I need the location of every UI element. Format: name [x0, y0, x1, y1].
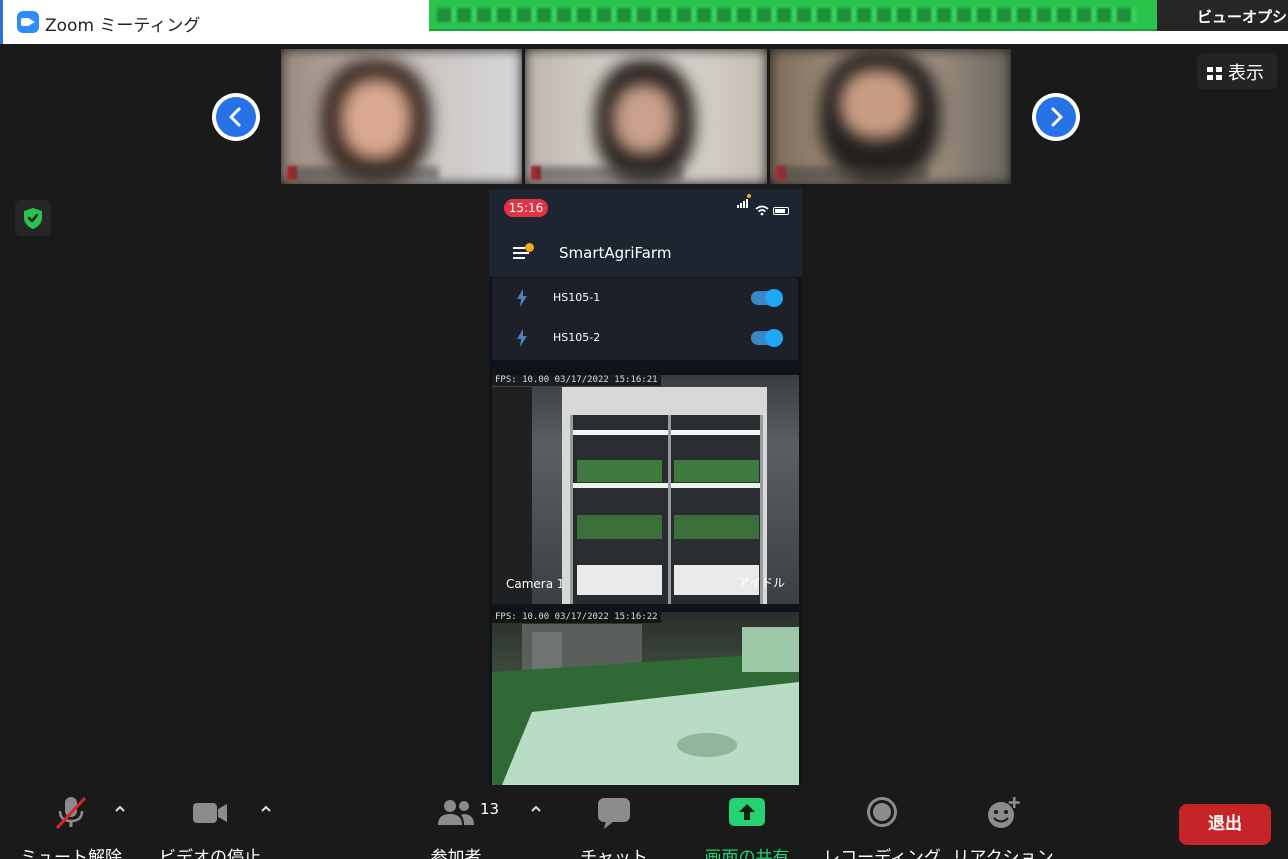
device-row[interactable]: HS105-1: [492, 278, 798, 318]
screen-share-banner[interactable]: [429, 0, 1157, 31]
notification-dot: [525, 243, 534, 252]
phone-status-bar: 15:16: [489, 189, 802, 225]
participants-label: 参加者: [430, 848, 482, 859]
device-toggle[interactable]: [751, 289, 783, 307]
chevron-up-icon[interactable]: [259, 802, 273, 816]
wifi-icon: [755, 205, 769, 216]
share-arrow-icon: [729, 798, 765, 826]
participant-name-blurred: [777, 166, 928, 180]
participant-strip: [281, 49, 1011, 184]
app-header: SmartAgriFarm: [489, 225, 802, 277]
camera-fps-overlay: FPS: 10.00 03/17/2022 15:16:21: [492, 375, 661, 386]
bolt-icon: [517, 289, 527, 307]
bolt-icon: [517, 329, 527, 347]
video-camera-icon: [193, 803, 227, 823]
unmute-label: ミュート解除: [20, 848, 122, 859]
camera-label: Camera 1: [506, 577, 565, 591]
participant-name-blurred: [533, 166, 684, 180]
record-icon: [867, 797, 897, 827]
chevron-up-icon[interactable]: [113, 802, 127, 816]
app-title: SmartAgriFarm: [559, 244, 672, 262]
grid-icon: [1207, 67, 1222, 80]
chat-bubble-icon: [598, 798, 630, 829]
participant-tile[interactable]: [769, 49, 1011, 184]
chevron-up-icon[interactable]: [529, 802, 543, 816]
leave-meeting-button[interactable]: 退出: [1179, 804, 1271, 845]
device-label: HS105-1: [553, 291, 601, 304]
participant-count: 13: [480, 800, 500, 818]
participant-tile[interactable]: [281, 49, 523, 184]
share-screen-label: 画面の共有: [704, 848, 790, 859]
security-indicator[interactable]: [15, 200, 51, 236]
chat-label: チャット: [580, 848, 648, 859]
participant-face: [341, 79, 411, 159]
title-bar: Zoom ミーティング ビューオプショ: [0, 0, 1288, 44]
mic-muted-icon: [55, 796, 87, 830]
participant-face: [613, 84, 676, 154]
chevron-right-icon: [1036, 97, 1076, 137]
device-label: HS105-2: [553, 331, 601, 344]
chevron-left-icon: [216, 97, 256, 137]
device-row[interactable]: HS105-2: [492, 318, 798, 358]
prev-participants-button[interactable]: [212, 93, 260, 141]
battery-icon: [773, 207, 789, 215]
participant-name-blurred: [289, 166, 439, 180]
shield-check-icon: [24, 208, 42, 229]
device-list: HS105-1 HS105-2: [492, 278, 798, 360]
people-icon: [438, 800, 474, 825]
camera-state: アイドル: [737, 576, 785, 590]
camera-feed-1[interactable]: FPS: 10.00 03/17/2022 15:16:21 Camera 1 …: [492, 375, 799, 604]
camera-feed-2[interactable]: FPS: 10.00 03/17/2022 15:16:22: [492, 612, 799, 785]
phone-time: 15:16: [504, 199, 548, 217]
participant-tile[interactable]: [525, 49, 767, 184]
emoji-add-icon: [988, 797, 1020, 828]
reactions-label: リアクション: [952, 848, 1054, 859]
privacy-indicator: [747, 194, 751, 198]
camera-image: [492, 387, 767, 604]
zoom-meeting-window: Zoom ミーティング ビューオプショ: [0, 0, 1288, 859]
shared-screen: 15:16 SmartAgriFarm HS105-1 HS105-2 FPS:…: [489, 189, 802, 785]
meeting-toolbar: ミュート解除 ビデオの停止 参加者 13 チャット 画面の共有 レコーディング …: [0, 785, 1288, 859]
display-button[interactable]: 表示: [1197, 53, 1277, 89]
view-options-button[interactable]: ビューオプショ: [1157, 0, 1288, 31]
zoom-app-icon: [17, 11, 39, 33]
stop-video-label: ビデオの停止: [159, 848, 261, 859]
banner-text-blurred: [437, 8, 1137, 22]
camera-image: [492, 624, 799, 785]
display-label: 表示: [1228, 63, 1264, 84]
device-toggle[interactable]: [751, 329, 783, 347]
participant-face: [839, 69, 915, 139]
window-title: Zoom ミーティング: [45, 16, 201, 36]
camera-fps-overlay: FPS: 10.00 03/17/2022 15:16:22: [492, 612, 661, 623]
next-participants-button[interactable]: [1032, 93, 1080, 141]
record-label: レコーディング: [823, 848, 941, 859]
